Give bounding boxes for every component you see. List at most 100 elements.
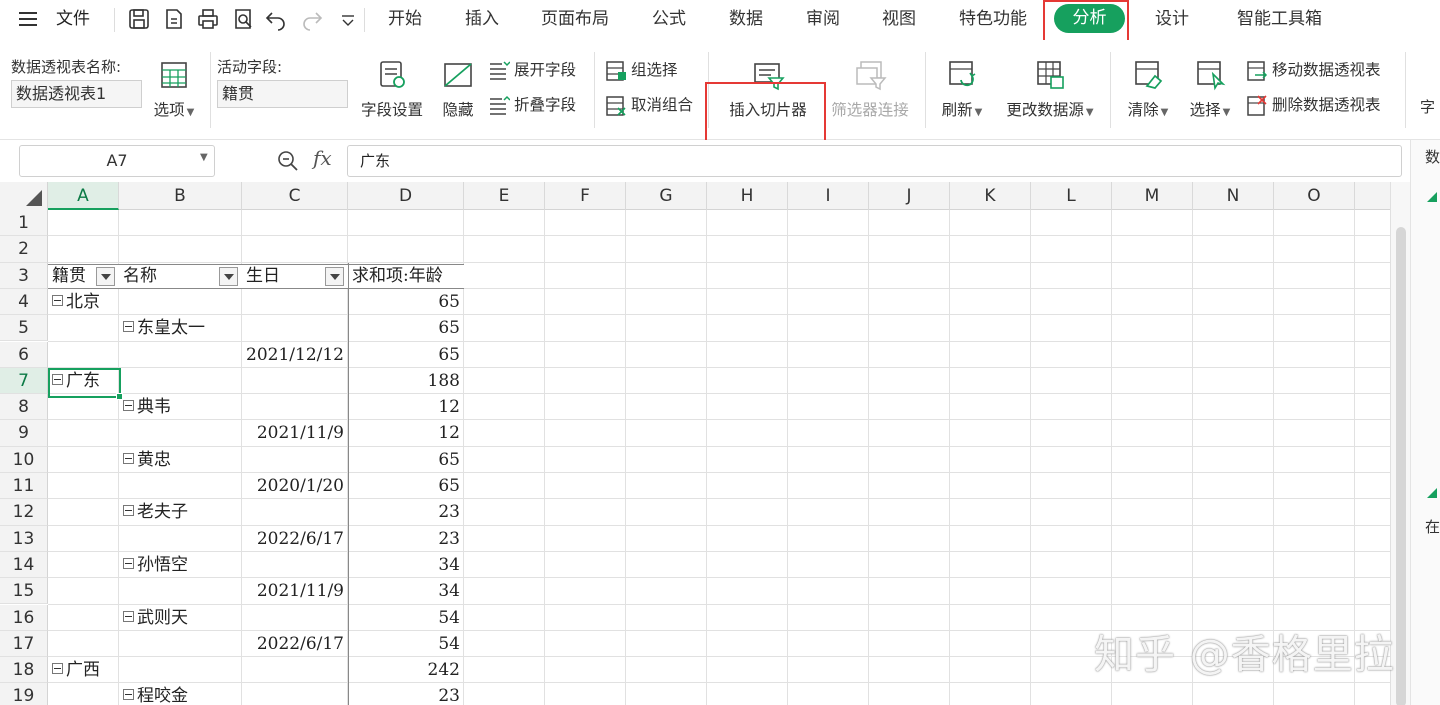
pivot-row-label[interactable]: 东皇太一 — [123, 315, 205, 341]
column-header-n[interactable]: N — [1193, 182, 1274, 210]
row-header-1[interactable]: 1 — [0, 210, 48, 237]
tab-view[interactable]: 视图 — [882, 0, 916, 40]
row-header-16[interactable]: 16 — [0, 604, 48, 631]
pivot-value-cell[interactable]: 65 — [348, 447, 460, 473]
file-menu[interactable]: 文件 — [56, 0, 90, 40]
print-icon[interactable] — [196, 7, 220, 31]
move-pivot-button[interactable]: 移动数据透视表 — [1246, 57, 1381, 83]
pivot-row-label[interactable]: 黄忠 — [123, 447, 171, 473]
row-header-19[interactable]: 19 — [0, 683, 48, 705]
pivot-value-cell[interactable]: 12 — [348, 394, 460, 420]
pivot-row-label[interactable]: 孙悟空 — [123, 552, 188, 578]
row-header-10[interactable]: 10 — [0, 446, 48, 473]
pivot-value-cell[interactable]: 23 — [348, 683, 460, 705]
pivot-value-cell[interactable]: 34 — [348, 578, 460, 604]
scroll-thumb[interactable] — [1396, 227, 1406, 705]
pivot-value-cell[interactable]: 242 — [348, 657, 460, 683]
row-header-5[interactable]: 5 — [0, 315, 48, 342]
tab-formulas[interactable]: 公式 — [652, 0, 686, 40]
pivot-value-cell[interactable]: 23 — [348, 499, 460, 525]
pivot-row-label[interactable]: 北京 — [52, 289, 100, 315]
pivot-date-cell[interactable]: 2021/11/9 — [242, 578, 344, 604]
column-header-b[interactable]: B — [119, 182, 242, 210]
tab-smart-toolbox[interactable]: 智能工具箱 — [1237, 0, 1322, 40]
select-button[interactable]: 选择 ▼ — [1186, 58, 1234, 119]
tab-review[interactable]: 审阅 — [806, 0, 840, 40]
column-header-l[interactable]: L — [1031, 182, 1112, 210]
row-header-13[interactable]: 13 — [0, 525, 48, 552]
tab-insert[interactable]: 插入 — [465, 0, 499, 40]
row-header-18[interactable]: 18 — [0, 657, 48, 684]
row-header-14[interactable]: 14 — [0, 551, 48, 579]
pivot-value-cell[interactable]: 12 — [348, 420, 460, 446]
fill-handle[interactable] — [116, 393, 123, 400]
chevron-down-icon[interactable]: ▼ — [200, 152, 208, 163]
row-header-15[interactable]: 15 — [0, 578, 48, 605]
pivot-value-cell[interactable]: 34 — [348, 552, 460, 578]
ungroup-button[interactable]: 取消组合 — [605, 92, 693, 118]
hide-button[interactable]: 隐藏 — [440, 58, 476, 119]
collapse-triangle-icon[interactable] — [1427, 488, 1437, 498]
field-settings-button[interactable]: 字段设置 — [358, 58, 426, 119]
column-header-m[interactable]: M — [1112, 182, 1193, 210]
print-preview-icon[interactable] — [231, 7, 255, 31]
tab-page-layout[interactable]: 页面布局 — [541, 0, 609, 40]
tab-special-features[interactable]: 特色功能 — [959, 0, 1027, 40]
hamburger-icon[interactable] — [18, 0, 38, 40]
pivot-row-label[interactable]: 典韦 — [123, 394, 171, 420]
column-header-e[interactable]: E — [464, 182, 545, 210]
collapse-icon[interactable] — [52, 663, 63, 675]
row-header-4[interactable]: 4 — [0, 288, 48, 316]
pivot-date-cell[interactable]: 2022/6/17 — [242, 526, 344, 552]
row-header-2[interactable]: 2 — [0, 236, 48, 263]
row-header-9[interactable]: 9 — [0, 420, 48, 447]
row-header-8[interactable]: 8 — [0, 394, 48, 421]
active-field-input[interactable]: 籍贯 — [217, 80, 348, 108]
options-button[interactable]: 选项 ▼ — [152, 58, 196, 119]
collapse-icon[interactable] — [123, 452, 134, 464]
row-header-6[interactable]: 6 — [0, 341, 48, 368]
tab-data[interactable]: 数据 — [729, 0, 763, 40]
pivot-date-cell[interactable]: 2020/1/20 — [242, 473, 344, 499]
row-header-7[interactable]: 7 — [0, 367, 48, 395]
collapse-icon[interactable] — [123, 505, 134, 517]
filter-dropdown-button[interactable] — [219, 266, 238, 286]
collapse-icon[interactable] — [52, 294, 63, 306]
pivot-row-label[interactable]: 老夫子 — [123, 499, 188, 525]
column-header-o[interactable]: O — [1274, 182, 1355, 210]
row-header-17[interactable]: 17 — [0, 630, 48, 658]
filter-connection-button[interactable]: 筛选器连接 — [828, 58, 912, 119]
pivot-date-cell[interactable]: 2021/12/12 — [242, 342, 344, 368]
filter-dropdown-button[interactable] — [96, 266, 115, 286]
tab-design[interactable]: 设计 — [1155, 0, 1189, 40]
pivot-value-cell[interactable]: 65 — [348, 342, 460, 368]
column-header-j[interactable]: J — [869, 182, 950, 210]
column-header-g[interactable]: G — [626, 182, 707, 210]
collapse-icon[interactable] — [123, 321, 134, 333]
redo-icon[interactable] — [300, 7, 324, 31]
export-icon[interactable] — [162, 7, 186, 31]
column-header-f[interactable]: F — [545, 182, 626, 210]
undo-icon[interactable] — [264, 7, 288, 31]
pivot-row-label[interactable]: 广西 — [52, 657, 100, 683]
tab-analyze[interactable]: 分析 — [1054, 4, 1125, 33]
column-header-a[interactable]: A — [48, 182, 119, 210]
pivot-value-cell[interactable]: 188 — [348, 368, 460, 394]
pivot-date-cell[interactable]: 2021/11/9 — [242, 420, 344, 446]
customize-toolbar-icon[interactable] — [336, 7, 360, 31]
name-box[interactable]: A7 — [19, 145, 215, 177]
collapse-icon[interactable] — [123, 557, 134, 569]
ribbon-overflow-label[interactable]: 字 — [1420, 96, 1435, 117]
clear-button[interactable]: 清除 ▼ — [1124, 58, 1172, 119]
change-source-button[interactable]: 更改数据源 ▼ — [1002, 58, 1098, 119]
pivot-value-cell[interactable]: 65 — [348, 315, 460, 341]
group-selection-button[interactable]: 组选择 — [605, 57, 678, 83]
column-header-d[interactable]: D — [348, 182, 464, 210]
collapse-icon[interactable] — [123, 400, 134, 412]
expand-field-button[interactable]: 展开字段 — [488, 57, 576, 83]
filter-dropdown-button[interactable] — [325, 266, 344, 286]
column-header-c[interactable]: C — [242, 182, 348, 210]
pivot-value-cell[interactable]: 65 — [348, 289, 460, 315]
column-header-h[interactable]: H — [707, 182, 788, 210]
collapse-triangle-icon[interactable] — [1427, 192, 1437, 202]
